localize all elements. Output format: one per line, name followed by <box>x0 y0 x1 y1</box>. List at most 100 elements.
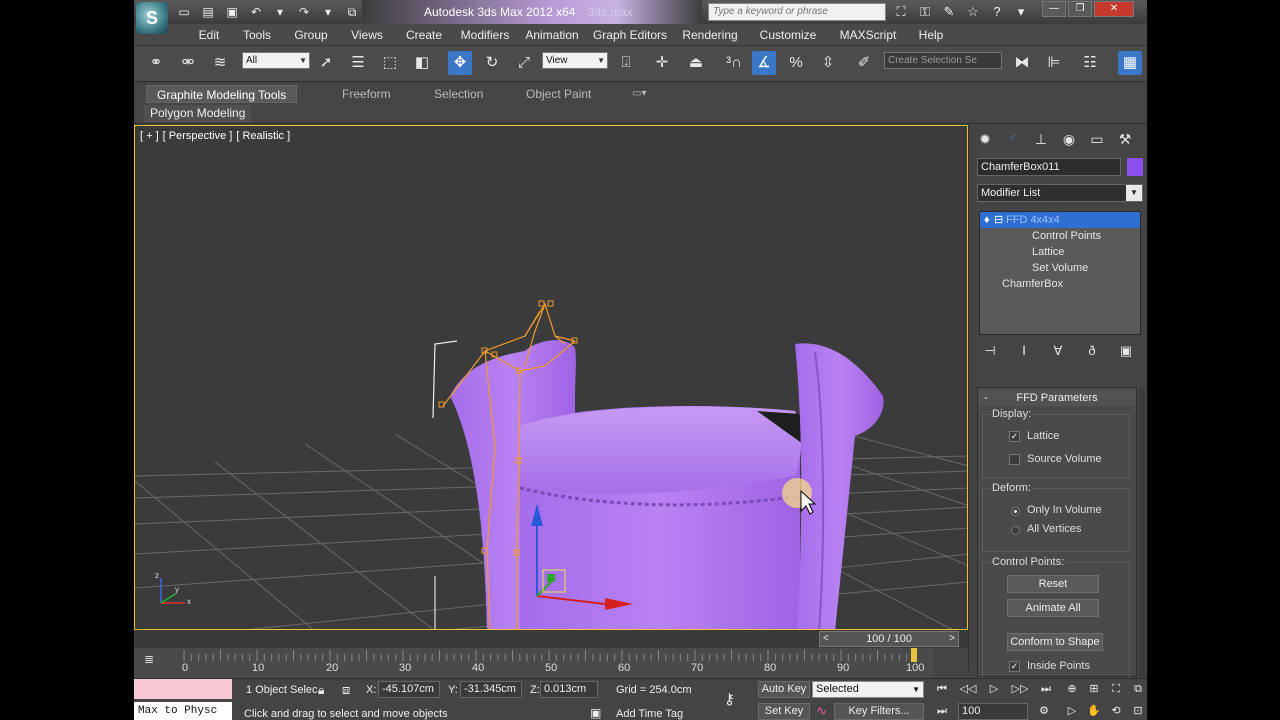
manipulate-icon[interactable]: ✛ <box>650 51 674 75</box>
animate-all-button[interactable]: Animate All <box>1007 599 1099 617</box>
menu-graph-editors[interactable]: Graph Editors <box>588 24 672 45</box>
current-frame-field[interactable]: 100 <box>958 703 1028 720</box>
named-selection-dropdown[interactable]: Create Selection Se <box>884 52 1002 69</box>
go-to-end-icon[interactable]: ⏭ <box>1036 681 1056 697</box>
object-name-field[interactable]: ChamferBox011 <box>977 158 1121 176</box>
unlink-icon[interactable]: ⚮ <box>176 51 200 75</box>
play-icon[interactable]: ▷ <box>984 681 1004 697</box>
reset-button[interactable]: Reset <box>1007 575 1099 593</box>
time-tag-icon[interactable]: ▣ <box>590 706 601 720</box>
tab-object-paint[interactable]: Object Paint <box>516 85 601 103</box>
maxscript-listener-output[interactable] <box>134 679 232 699</box>
time-slider[interactable]: < 100 / 100 > <box>134 630 968 648</box>
stack-item-lattice[interactable]: Lattice <box>980 244 1140 260</box>
zoom-extents-all-icon[interactable]: ⧉ <box>1128 681 1147 697</box>
window-crossing-icon[interactable]: ◧ <box>410 51 434 75</box>
rollout-header[interactable]: - FFD Parameters <box>978 390 1136 406</box>
mirror-icon[interactable]: ⧓ <box>1010 51 1034 75</box>
time-slider-thumb[interactable]: < 100 / 100 > <box>819 631 959 647</box>
reference-coordinate-dropdown[interactable]: View <box>542 52 608 69</box>
link-icon[interactable]: ⚭ <box>144 51 168 75</box>
orbit-icon[interactable]: ⟲ <box>1106 703 1126 719</box>
hierarchy-icon[interactable]: ⊥ <box>1031 129 1051 149</box>
viewport-plus-menu[interactable]: [ + ] <box>140 130 159 142</box>
menu-create[interactable]: Create <box>394 24 454 45</box>
maxscript-listener-input[interactable]: Max to Physc <box>134 702 232 720</box>
modifier-list-dropdown[interactable]: Modifier List ▼ <box>977 184 1143 202</box>
open-icon[interactable]: ▤ <box>198 3 218 21</box>
layer-manager-icon[interactable]: ☷ <box>1078 51 1102 75</box>
create-icon[interactable]: ✹ <box>975 129 995 149</box>
zoom-icon[interactable]: ⊕ <box>1062 681 1082 697</box>
subscription-icon[interactable]: ✎ <box>940 3 958 21</box>
selection-filter-dropdown[interactable]: All <box>242 52 310 69</box>
keyboard-shortcut-override-icon[interactable]: ⏏ <box>684 51 708 75</box>
tab-selection[interactable]: Selection <box>424 85 493 103</box>
minimize-button[interactable]: — <box>1042 1 1066 17</box>
perspective-viewport[interactable]: z x y [ + ] [ Perspective ][ Realistic ] <box>134 125 968 630</box>
maximize-viewport-icon[interactable]: ⊡ <box>1128 703 1147 719</box>
show-end-result-icon[interactable]: Ⅰ <box>1013 341 1035 361</box>
key-filters-button[interactable]: Key Filters... <box>834 703 924 720</box>
menu-views[interactable]: Views <box>340 24 394 45</box>
undo-icon[interactable]: ↶ <box>246 3 266 21</box>
select-rotate-icon[interactable]: ↻ <box>480 51 504 75</box>
menu-animation[interactable]: Animation <box>516 24 588 45</box>
chevron-down-icon[interactable]: ▼ <box>1126 185 1142 201</box>
restore-button[interactable]: ❐ <box>1068 1 1092 17</box>
ribbon-options-icon[interactable]: ▭▾ <box>622 85 656 103</box>
absolute-mode-icon[interactable]: ⧈ <box>342 682 350 698</box>
tab-polygon-modeling[interactable]: Polygon Modeling <box>144 105 252 122</box>
modify-icon[interactable]: ◜ <box>1003 129 1023 149</box>
align-icon[interactable]: ⊫ <box>1042 51 1066 75</box>
stack-item-control-points[interactable]: Control Points <box>980 228 1140 244</box>
time-configuration-icon[interactable]: ⚙ <box>1034 703 1054 719</box>
configure-modifier-sets-icon[interactable]: ▣ <box>1115 341 1137 361</box>
project-icon[interactable]: ⧉ <box>342 3 362 21</box>
make-unique-icon[interactable]: ∀ <box>1047 341 1069 361</box>
pan-icon[interactable]: ✋ <box>1084 703 1104 719</box>
object-color-swatch[interactable] <box>1127 158 1143 176</box>
utilities-icon[interactable]: ⚒ <box>1115 129 1135 149</box>
pivot-center-icon[interactable]: ⍗ <box>614 51 638 75</box>
help-icon[interactable]: ? <box>988 3 1006 21</box>
percent-snap-icon[interactable]: % <box>784 51 808 75</box>
collapse-icon[interactable]: ⊟ <box>994 212 1003 228</box>
rectangular-selection-icon[interactable]: ⬚ <box>378 51 402 75</box>
auto-key-button[interactable]: Auto Key <box>758 681 810 698</box>
help-dropdown-icon[interactable]: ▾ <box>1012 3 1030 21</box>
key-mode-icon[interactable]: ⏭ <box>932 703 952 719</box>
source-volume-checkbox[interactable] <box>1009 454 1020 465</box>
save-icon[interactable]: ▣ <box>222 3 242 21</box>
modifier-stack[interactable]: ♦ ⊟ FFD 4x4x4 Control Points Lattice Set… <box>979 211 1141 335</box>
remove-modifier-icon[interactable]: ð <box>1081 341 1103 361</box>
viewport-shading-menu[interactable]: [ Realistic ] <box>236 130 290 142</box>
menu-modifiers[interactable]: Modifiers <box>454 24 516 45</box>
z-coordinate-field[interactable]: 0.013cm <box>540 681 598 698</box>
tangent-icon[interactable]: ∿ <box>816 703 827 719</box>
new-icon[interactable]: ▭ <box>174 3 194 21</box>
all-vertices-radio[interactable] <box>1011 526 1020 535</box>
menu-group[interactable]: Group <box>282 24 340 45</box>
menu-rendering[interactable]: Rendering <box>672 24 748 45</box>
field-of-view-icon[interactable]: ▷ <box>1062 703 1082 719</box>
lightbulb-icon[interactable]: ♦ <box>984 212 990 228</box>
x-coordinate-field[interactable]: -45.107cm <box>378 681 440 698</box>
display-icon[interactable]: ▭ <box>1087 129 1107 149</box>
next-frame-button[interactable]: > <box>949 632 955 646</box>
edit-named-selection-icon[interactable]: ✐ <box>852 51 876 75</box>
graphite-toggle-icon[interactable]: ▦ <box>1118 51 1142 75</box>
zoom-extents-icon[interactable]: ⛶ <box>1106 681 1126 697</box>
snaps-toggle-icon[interactable]: ³∩ <box>722 51 746 75</box>
binoculars-icon[interactable]: ⛶ <box>892 3 910 21</box>
menu-edit[interactable]: Edit <box>186 24 232 45</box>
inside-points-checkbox[interactable]: ✓ <box>1009 661 1020 672</box>
tab-freeform[interactable]: Freeform <box>332 85 401 103</box>
prev-frame-button[interactable]: < <box>823 632 829 646</box>
menu-customize[interactable]: Customize <box>748 24 828 45</box>
stack-item-ffd[interactable]: ♦ ⊟ FFD 4x4x4 <box>980 212 1140 228</box>
redo-dropdown-icon[interactable]: ▾ <box>318 3 338 21</box>
redo-icon[interactable]: ↷ <box>294 3 314 21</box>
only-in-volume-radio[interactable] <box>1011 507 1020 516</box>
bind-space-warp-icon[interactable]: ≋ <box>208 51 232 75</box>
